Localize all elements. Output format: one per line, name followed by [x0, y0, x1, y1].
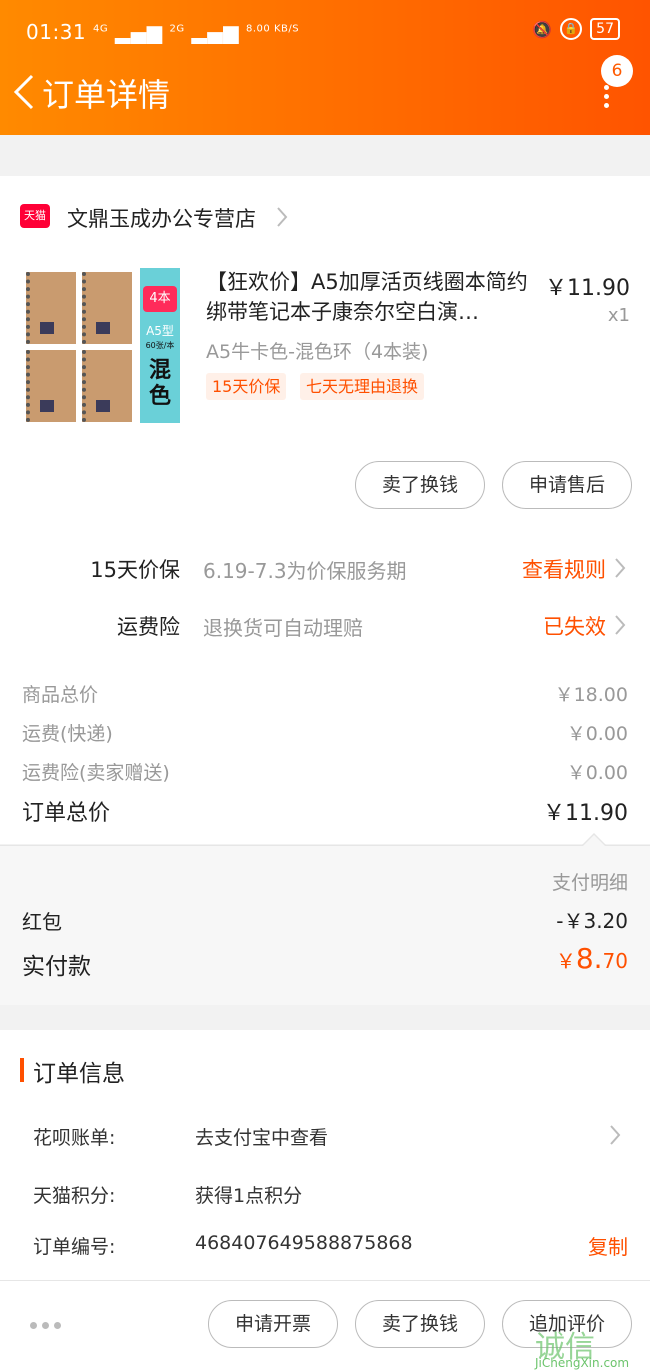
thumb-color: 混色 [148, 358, 171, 409]
shipping-fee-label: 运费(快递) [22, 723, 113, 745]
price-protect-desc: 6.19-7.3为价保服务期 [203, 559, 407, 583]
goods-total-label: 商品总价 [22, 684, 99, 706]
notebook-image [82, 350, 132, 422]
chevron-right-icon[interactable] [614, 557, 626, 579]
paid-decimal: 70 [602, 949, 628, 973]
chevron-right-icon[interactable] [614, 614, 626, 636]
request-invoice-button[interactable]: 申请开票 [208, 1300, 338, 1348]
paid-currency: ￥ [555, 949, 576, 973]
shipping-fee-value: ￥0.00 [566, 723, 628, 745]
network-speed: 8.00 KB/S [246, 23, 300, 35]
chevron-right-icon[interactable] [276, 206, 288, 228]
lock-icon: 🔒 [560, 18, 583, 40]
notebook-image [82, 272, 132, 344]
thumbnail-label: 4本 A5型 60张/本 混色 [140, 268, 180, 423]
tmall-logo-icon: 天猫 [20, 204, 50, 228]
shipping-insurance-label: 运费险 [117, 615, 180, 639]
store-name-link[interactable]: 文鼎玉成办公专营店 [67, 203, 256, 233]
message-count-badge[interactable]: 6 [601, 55, 633, 87]
product-sku: A5牛卡色-混色环（4本装) [206, 341, 429, 363]
back-arrow-icon[interactable] [12, 72, 36, 112]
more-menu-icon[interactable] [604, 85, 610, 109]
page-title: 订单详情 [42, 76, 171, 114]
mute-bell-icon: 🔕 [532, 19, 553, 39]
watermark-logo: 诚信 JiChengXin.com [535, 1322, 650, 1372]
paid-amount-label: 实付款 [22, 954, 91, 980]
status-time: 01:31 4G ▂▄▆ 2G ▂▄▆ 8.00 KB/S [26, 20, 300, 44]
signal-2g-icon: 2G [169, 23, 185, 35]
tmall-points-label: 天猫积分: [33, 1185, 116, 1207]
thumb-count: 4本 [143, 286, 177, 312]
product-thumbnail[interactable]: 4本 A5型 60张/本 混色 [22, 268, 184, 428]
signal-bars-icon: ▂▄▆ [114, 20, 163, 44]
sell-for-cash-bottom-button[interactable]: 卖了换钱 [355, 1300, 485, 1348]
battery-indicator: 57 [590, 18, 620, 40]
sell-for-cash-button[interactable]: 卖了换钱 [355, 461, 485, 509]
red-packet-value: -￥3.20 [556, 909, 628, 933]
huabei-bill-label: 花呗账单: [33, 1127, 116, 1149]
insurance-fee-label: 运费险(卖家赠送) [22, 762, 170, 784]
huabei-bill-link[interactable]: 去支付宝中查看 [195, 1123, 328, 1150]
product-title[interactable]: 【狂欢价】A5加厚活页线圈本简约绑带笔记本子康奈尔空白演… [206, 267, 536, 327]
product-quantity: x1 [607, 305, 630, 326]
copy-order-number-button[interactable]: 复制 [588, 1231, 628, 1260]
thumb-sheets: 60张/本 [145, 341, 175, 350]
price-protect-label: 15天价保 [90, 558, 180, 582]
order-number-label: 订单编号: [33, 1236, 116, 1258]
caret-up-fill [583, 835, 605, 846]
status-icons: 🔕 🔒 57 [532, 18, 620, 40]
notebook-image [26, 350, 76, 422]
order-total-value: ￥11.90 [543, 801, 628, 826]
return-policy-tag: 七天无理由退换 [300, 373, 425, 400]
paid-amount-value: ￥8.70 [556, 942, 628, 975]
insurance-expired-link[interactable]: 已失效 [543, 611, 606, 641]
order-info-title: 订单信息 [33, 1061, 125, 1087]
goods-total-value: ￥18.00 [554, 684, 628, 706]
more-actions-icon[interactable] [30, 1322, 61, 1329]
after-sale-button[interactable]: 申请售后 [502, 461, 632, 509]
payment-detail-link[interactable]: 支付明细 [552, 868, 628, 895]
watermark-url: JiChengXin.com [535, 1356, 630, 1370]
product-price: ￥11.90 [545, 276, 630, 301]
header-bar: 01:31 4G ▂▄▆ 2G ▂▄▆ 8.00 KB/S 🔕 🔒 57 订单详… [0, 0, 650, 135]
order-number-value: 468407649588875868 [195, 1232, 413, 1254]
signal-4g-icon: 4G [93, 23, 109, 35]
price-protect-tag: 15天价保 [206, 373, 287, 400]
signal-bars-icon-2: ▂▄▆ [191, 20, 240, 44]
insurance-fee-value: ￥0.00 [566, 762, 628, 784]
view-rules-link[interactable]: 查看规则 [522, 554, 606, 584]
tmall-points-value: 获得1点积分 [195, 1185, 303, 1207]
order-total-label: 订单总价 [22, 801, 111, 826]
thumb-size: A5型 [146, 324, 174, 338]
paid-integer: 8. [575, 942, 603, 975]
chevron-right-icon[interactable] [609, 1124, 621, 1146]
red-packet-label: 红包 [22, 910, 62, 934]
section-accent-bar [20, 1058, 24, 1082]
shipping-insurance-desc: 退换货可自动理赔 [203, 616, 363, 640]
notebook-image [26, 272, 76, 344]
